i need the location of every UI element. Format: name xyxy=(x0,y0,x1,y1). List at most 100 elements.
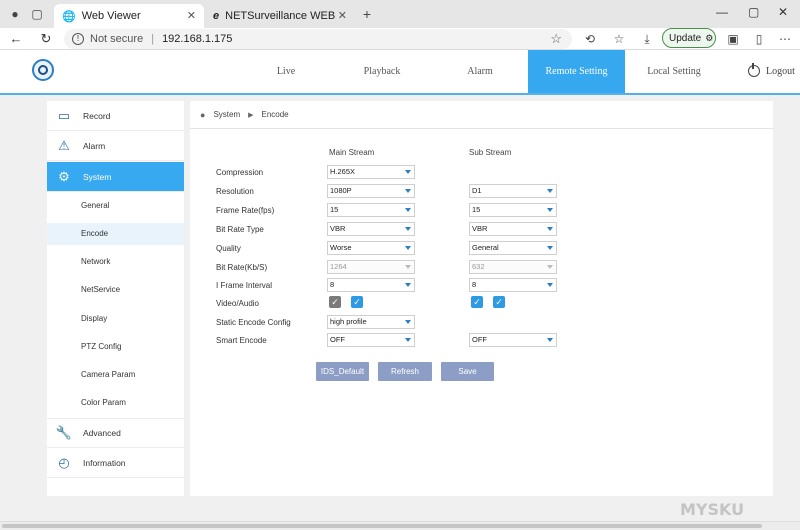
collections-icon[interactable]: ▣ xyxy=(726,32,740,46)
menu-live[interactable]: Live xyxy=(248,50,324,93)
sidebar-item-label: Record xyxy=(83,110,111,121)
refresh-icon[interactable]: ↻ xyxy=(38,31,54,47)
main-compression-select[interactable]: H.265X xyxy=(327,165,415,179)
main-video-checkbox[interactable]: ✓ xyxy=(329,296,341,308)
subitem-camera-param[interactable]: Camera Param xyxy=(47,364,184,386)
sub-video-checkbox[interactable]: ✓ xyxy=(471,296,483,308)
menu-local-setting[interactable]: Local Setting xyxy=(636,50,712,93)
subitem-encode[interactable]: Encode xyxy=(47,223,184,245)
select-value: 1264 xyxy=(330,262,347,271)
update-icon: ⚙ xyxy=(705,32,714,43)
main-audio-checkbox[interactable]: ✓ xyxy=(351,296,363,308)
bit-rate-label: Bit Rate(Kb/S) xyxy=(216,263,268,272)
encode-panel: ● System ▶ Encode Main Stream Sub Stream… xyxy=(190,101,773,496)
static-encode-label: Static Encode Config xyxy=(216,318,291,327)
new-tab-icon[interactable]: + xyxy=(360,7,374,21)
chart-icon: ◴ xyxy=(58,454,70,470)
sidebar-item-alarm[interactable]: ⚠ Alarm xyxy=(47,131,184,161)
select-value: 15 xyxy=(330,205,339,214)
sidebar: ▭ Record ⚠ Alarm ⚙ System General Encode… xyxy=(47,101,184,496)
update-label: Update xyxy=(669,32,702,44)
subitem-network[interactable]: Network xyxy=(47,251,184,273)
sub-bit-rate-type-select[interactable]: VBR xyxy=(469,222,557,236)
more-icon[interactable]: ⋯ xyxy=(778,32,792,46)
sidebar-toggle-icon[interactable]: ▯ xyxy=(752,32,766,46)
sub-stream-heading: Sub Stream xyxy=(469,148,512,157)
main-quality-select[interactable]: Worse xyxy=(327,241,415,255)
update-button[interactable]: Update ⚙ xyxy=(662,28,716,48)
tab-actions-icon[interactable]: ▢ xyxy=(30,7,44,21)
sub-frame-rate-select[interactable]: 15 xyxy=(469,203,557,217)
chevron-down-icon xyxy=(405,208,411,212)
menu-playback[interactable]: Playback xyxy=(344,50,420,93)
chevron-down-icon xyxy=(547,227,553,231)
sub-i-frame-select[interactable]: 8 xyxy=(469,278,557,292)
subitem-general[interactable]: General xyxy=(47,195,184,217)
close-icon[interactable]: ✕ xyxy=(338,9,347,22)
back-icon[interactable]: ← xyxy=(8,31,24,46)
horizontal-scrollbar[interactable] xyxy=(0,521,800,530)
logout-button[interactable]: Logout xyxy=(748,63,795,77)
chevron-down-icon xyxy=(547,208,553,212)
chevron-down-icon xyxy=(547,265,553,269)
chevron-down-icon xyxy=(405,338,411,342)
main-i-frame-select[interactable]: 8 xyxy=(327,278,415,292)
url-text: 192.168.1.175 xyxy=(162,33,233,45)
main-stream-heading: Main Stream xyxy=(329,148,375,157)
location-pin-icon: ● xyxy=(200,109,206,120)
address-separator: | xyxy=(151,33,155,45)
sub-quality-select[interactable]: General xyxy=(469,241,557,255)
profile-icon[interactable]: ● xyxy=(8,7,22,21)
star-icon[interactable]: ☆ xyxy=(550,31,562,47)
main-smart-encode-select[interactable]: OFF xyxy=(327,333,415,347)
subitem-ptz-config[interactable]: PTZ Config xyxy=(47,336,184,358)
default-button[interactable]: IDS_Default xyxy=(316,362,369,381)
favorites-icon[interactable]: ☆ xyxy=(612,32,626,46)
sub-resolution-select[interactable]: D1 xyxy=(469,184,557,198)
main-bit-rate-type-select[interactable]: VBR xyxy=(327,222,415,236)
save-button[interactable]: Save xyxy=(441,362,494,381)
select-value: General xyxy=(472,243,499,252)
tab-web-viewer[interactable]: 🌐 Web Viewer ✕ xyxy=(54,4,204,28)
tab-netsurveillance[interactable]: e NETSurveillance WEB ✕ xyxy=(205,4,355,28)
compression-label: Compression xyxy=(216,168,264,177)
sidebar-item-record[interactable]: ▭ Record xyxy=(47,101,184,131)
main-frame-rate-select[interactable]: 15 xyxy=(327,203,415,217)
subitem-netservice[interactable]: NetService xyxy=(47,279,184,301)
main-resolution-select[interactable]: 1080P xyxy=(327,184,415,198)
brand-logo xyxy=(32,59,54,81)
refresh-button[interactable]: Refresh xyxy=(378,362,432,381)
sidebar-item-label: System xyxy=(83,171,112,182)
sub-bit-rate-select: 632 xyxy=(469,260,557,274)
bit-rate-type-label: Bit Rate Type xyxy=(216,225,264,234)
select-value: OFF xyxy=(472,335,487,344)
sidebar-item-system[interactable]: ⚙ System xyxy=(47,162,184,192)
window-close-icon[interactable]: ✕ xyxy=(778,5,788,19)
menu-alarm[interactable]: Alarm xyxy=(442,50,518,93)
i-frame-interval-label: I Frame Interval xyxy=(216,281,273,290)
tab-title: Web Viewer xyxy=(81,10,141,22)
logout-label: Logout xyxy=(766,65,795,77)
extensions-icon[interactable]: ⟲ xyxy=(583,32,597,46)
select-value: 1080P xyxy=(330,186,352,195)
browser-toolbar: ← ↻ ! Not secure | 192.168.1.175 ☆ ⟲ ☆ ⤓… xyxy=(0,28,800,50)
sub-smart-encode-select[interactable]: OFF xyxy=(469,333,557,347)
main-static-encode-select[interactable]: high profile xyxy=(327,315,415,329)
close-icon[interactable]: ✕ xyxy=(187,9,196,22)
sidebar-item-advanced[interactable]: 🔧 Advanced xyxy=(47,418,184,448)
minimize-icon[interactable]: — xyxy=(716,5,728,19)
maximize-icon[interactable]: ▢ xyxy=(748,5,759,19)
downloads-icon[interactable]: ⤓ xyxy=(640,32,654,47)
sidebar-item-information[interactable]: ◴ Information xyxy=(47,448,184,478)
select-value: high profile xyxy=(330,317,367,326)
edge-icon: e xyxy=(213,10,220,22)
subitem-display[interactable]: Display xyxy=(47,308,184,330)
sub-audio-checkbox[interactable]: ✓ xyxy=(493,296,505,308)
main-bit-rate-select: 1264 xyxy=(327,260,415,274)
scrollbar-thumb[interactable] xyxy=(2,524,762,528)
breadcrumb: ● System ▶ Encode xyxy=(190,101,773,129)
address-bar[interactable]: ! Not secure | 192.168.1.175 ☆ xyxy=(64,29,572,49)
subitem-color-param[interactable]: Color Param xyxy=(47,392,184,414)
select-value: D1 xyxy=(472,186,482,195)
menu-remote-setting[interactable]: Remote Setting xyxy=(528,50,625,93)
